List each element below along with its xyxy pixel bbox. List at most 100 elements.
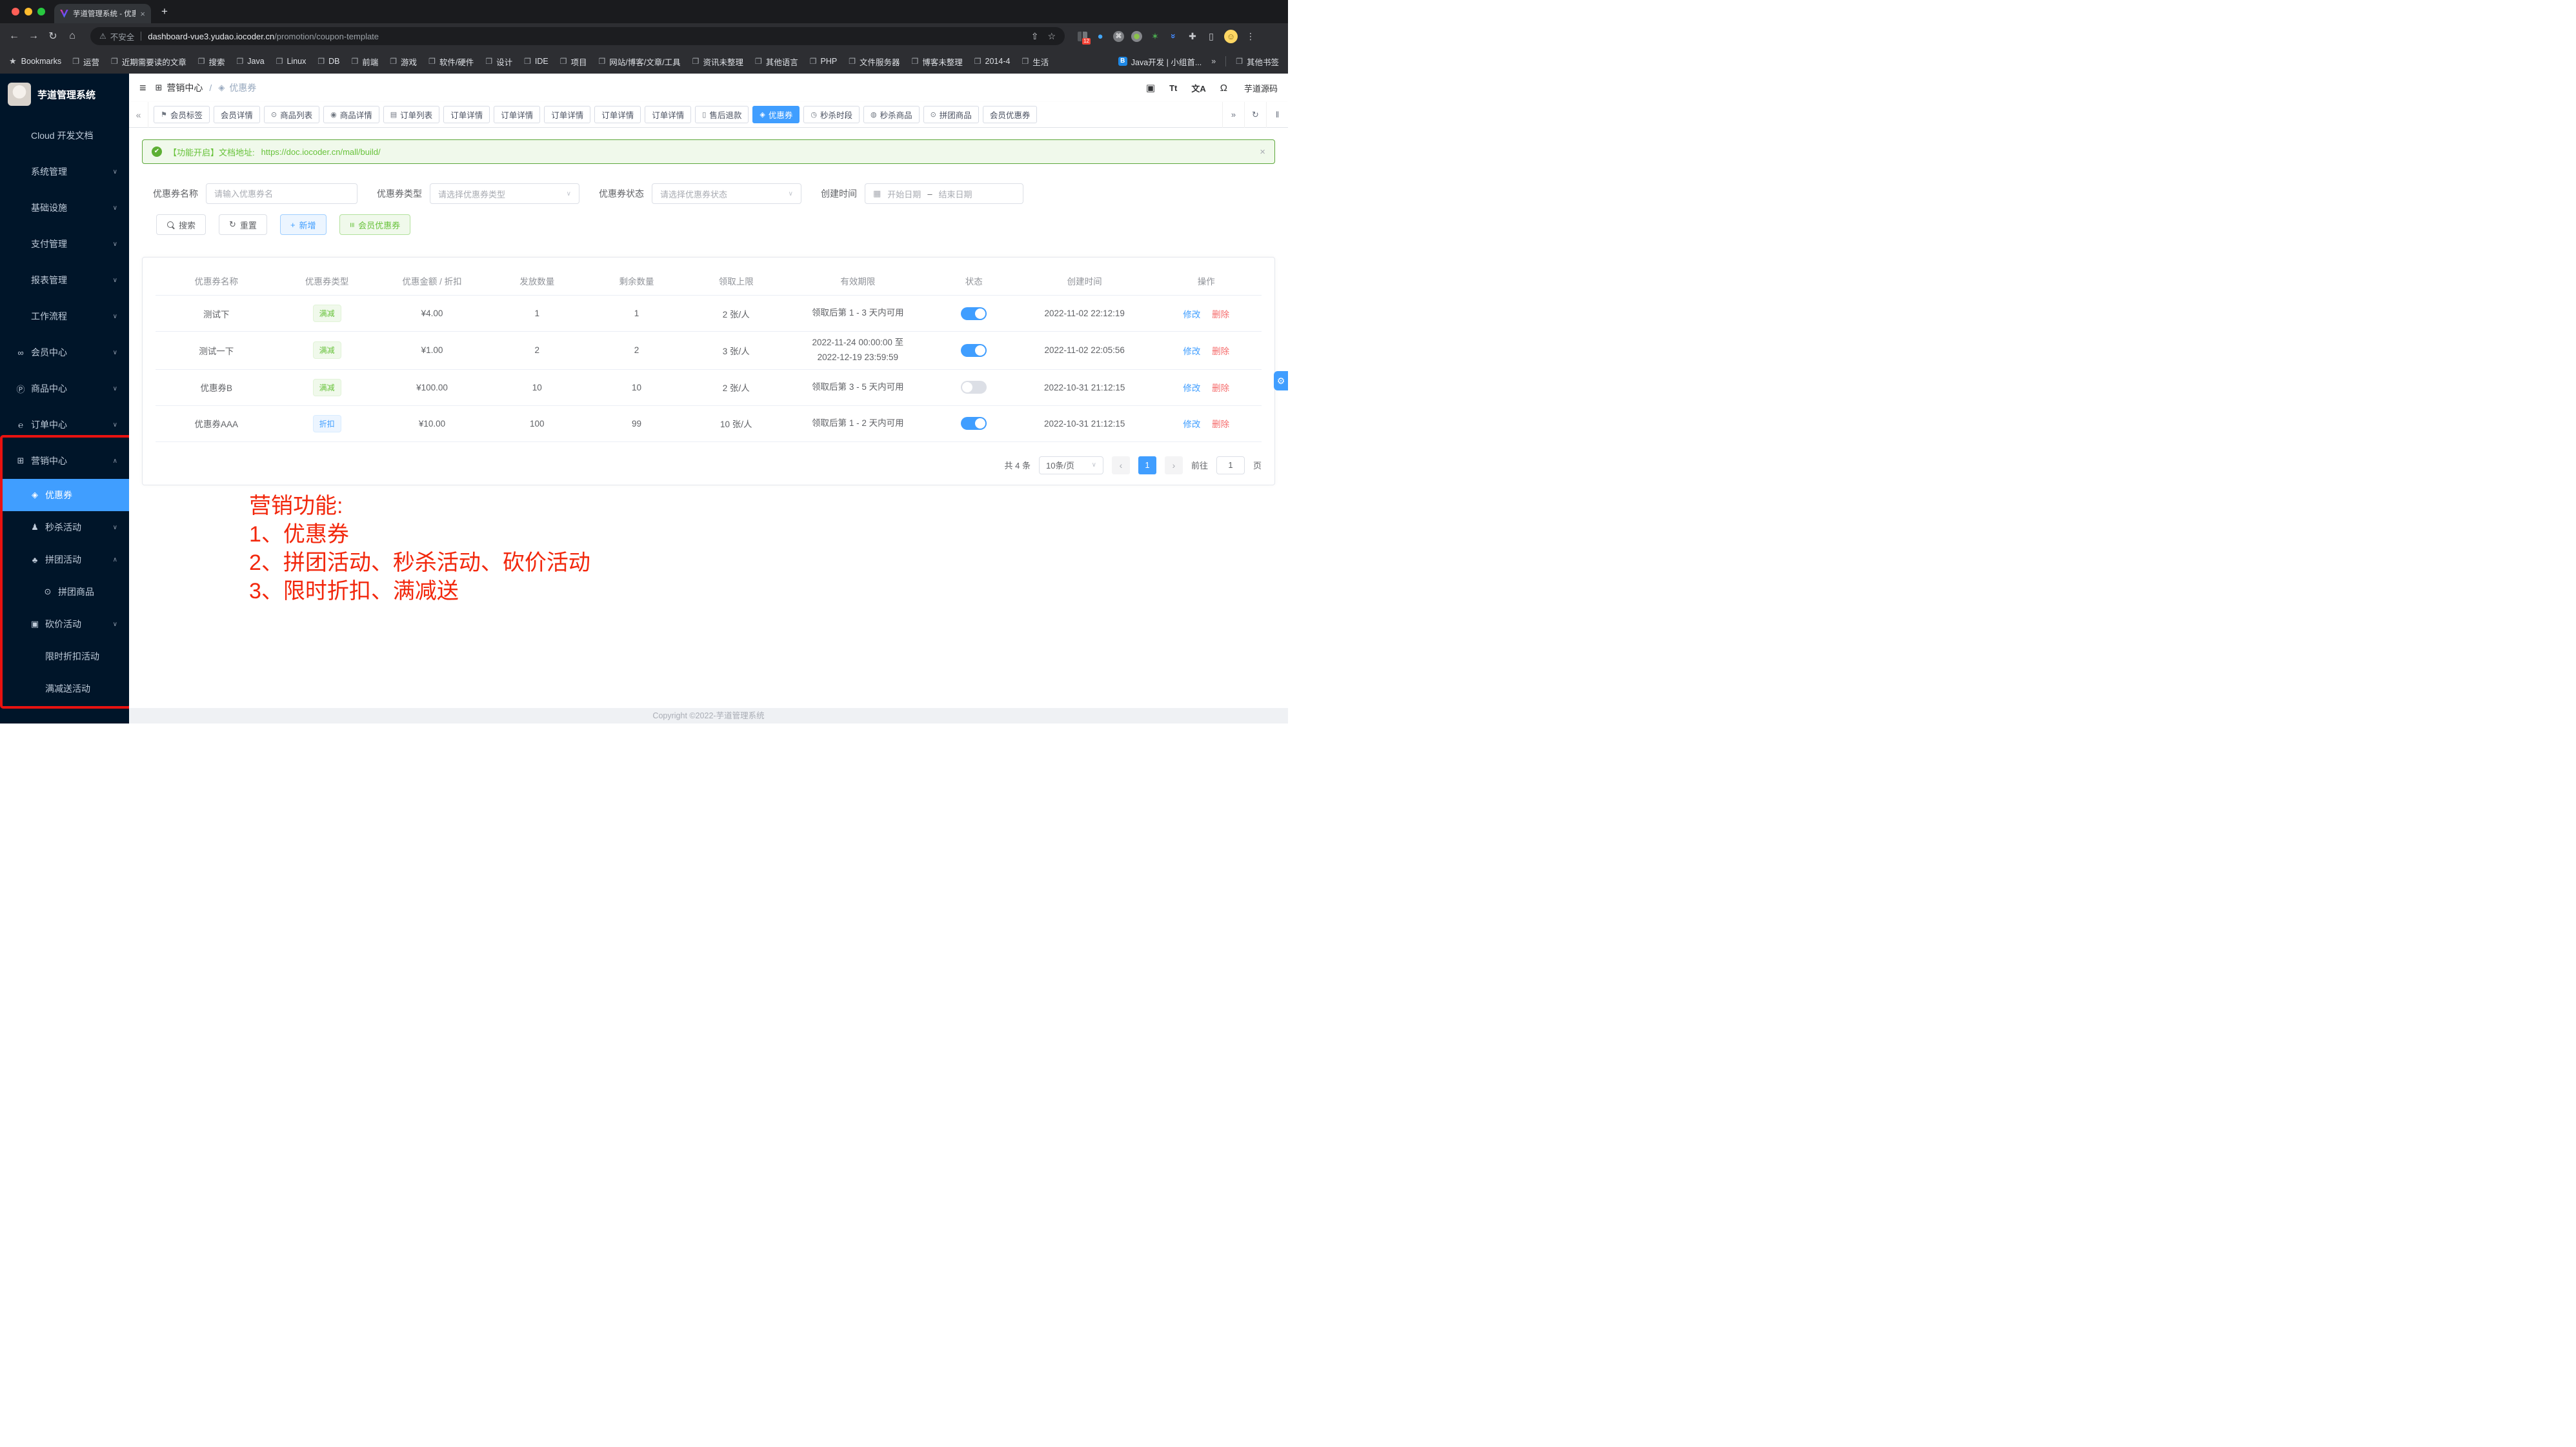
reset-button[interactable]: ↻重置 [219, 214, 267, 235]
sidebar-item[interactable]: ♟ 秒杀活动 ∨ [0, 511, 129, 543]
sidebar-item[interactable]: ⊞ 营销中心 ∧ [0, 443, 129, 479]
page-tab[interactable]: ◍秒杀商品 [863, 106, 920, 123]
goto-page-input[interactable] [1216, 456, 1245, 474]
delete-link[interactable]: 删除 [1212, 420, 1229, 429]
sidebar-item[interactable]: Ⓟ 商品中心 ∨ [0, 370, 129, 407]
page-tab[interactable]: 订单详情 [443, 106, 490, 123]
page-tab[interactable]: ▤订单列表 [383, 106, 439, 123]
bookmark-link[interactable]: BJava开发 | 小组首... [1118, 56, 1202, 68]
status-toggle[interactable] [961, 307, 987, 320]
notification-bell-icon[interactable]: Ω [1220, 83, 1227, 94]
browser-tab[interactable]: 芋道管理系统 - 优惠券 × [54, 4, 151, 23]
reload-icon[interactable]: ↻ [46, 30, 59, 43]
profile-avatar[interactable]: ☺ [1224, 30, 1238, 43]
page-tab[interactable]: ◉商品详情 [323, 106, 379, 123]
sidebar-item[interactable]: 满减送活动 [0, 673, 129, 705]
sidebar-item[interactable]: ℮ 订单中心 ∨ [0, 407, 129, 443]
language-icon[interactable]: 文A [1191, 82, 1205, 94]
window-minimize-button[interactable] [25, 8, 32, 15]
edit-link[interactable]: 修改 [1183, 383, 1200, 393]
back-icon[interactable]: ← [8, 30, 21, 42]
tabs-scroll-left-icon[interactable]: « [129, 102, 148, 128]
bookmarks-label[interactable]: Bookmarks [21, 57, 62, 66]
bookmark-folder[interactable]: ❐生活 [1021, 56, 1049, 68]
refresh-tab-icon[interactable]: ↻ [1244, 102, 1266, 128]
delete-link[interactable]: 删除 [1212, 347, 1229, 356]
coupon-status-select[interactable]: 请选择优惠券状态∨ [652, 183, 801, 204]
home-icon[interactable]: ⌂ [66, 30, 79, 42]
bookmark-folder[interactable]: ❐搜索 [198, 56, 225, 68]
window-zoom-button[interactable] [37, 8, 45, 15]
breadcrumb-root[interactable]: 营销中心 [166, 81, 203, 94]
tabs-scroll-right-icon[interactable]: » [1222, 102, 1244, 128]
page-tab[interactable]: 会员优惠券 [983, 106, 1038, 123]
bookmark-folder[interactable]: ❐运营 [72, 56, 99, 68]
extensions-puzzle-icon[interactable]: ✚ [1187, 31, 1198, 42]
create-time-range-picker[interactable]: ▦ 开始日期 – 结束日期 [865, 183, 1023, 204]
edit-link[interactable]: 修改 [1183, 310, 1200, 319]
doc-link[interactable]: https://doc.iocoder.cn/mall/build/ [261, 147, 381, 157]
bookmark-folder[interactable]: ❐设计 [485, 56, 512, 68]
status-toggle[interactable] [961, 417, 987, 430]
page-tab[interactable]: 订单详情 [544, 106, 590, 123]
sidebar-item[interactable]: 基础设施 ∨ [0, 190, 129, 226]
coupon-name-input[interactable] [206, 183, 357, 204]
page-tab[interactable]: ⊙拼团商品 [923, 106, 979, 123]
sidebar-item[interactable]: ♣ 拼团活动 ∧ [0, 543, 129, 576]
command-extension-icon[interactable]: ⌘ [1113, 31, 1124, 42]
sidebar-item[interactable]: 系统管理 ∨ [0, 154, 129, 190]
page-tab[interactable]: 会员详情 [214, 106, 260, 123]
bookmarks-star-icon[interactable]: ★ [9, 56, 17, 66]
bookmark-folder[interactable]: ❐DB [317, 56, 339, 68]
page-tab[interactable]: 订单详情 [494, 106, 540, 123]
sidebar-item[interactable]: Cloud 开发文档 [0, 117, 129, 154]
bookmark-folder[interactable]: ❐PHP [810, 56, 837, 68]
page-tab[interactable]: ⚑会员标签 [154, 106, 210, 123]
bookmark-folder[interactable]: ❐Linux [276, 56, 307, 68]
share-icon[interactable]: ⇧ [1031, 31, 1039, 42]
sidebar-item[interactable]: 支付管理 ∨ [0, 226, 129, 262]
sidebar-item[interactable]: ◈ 优惠券 [0, 479, 129, 511]
page-tab[interactable]: ◷秒杀时段 [803, 106, 860, 123]
reading-list-icon[interactable]: ▯ [1205, 31, 1217, 42]
bookmark-folder[interactable]: ❐Java [237, 56, 265, 68]
recorder-extension-icon[interactable] [1131, 31, 1142, 42]
banner-close-icon[interactable]: × [1260, 147, 1265, 157]
tab-manager-extension-icon[interactable]: 12 [1078, 32, 1087, 41]
bookmark-folder[interactable]: ❐网站/博客/文章/工具 [598, 56, 680, 68]
sidebar-item[interactable]: 工作流程 ∨ [0, 298, 129, 334]
sidebar-item[interactable]: ∞ 会员中心 ∨ [0, 334, 129, 370]
search-button[interactable]: 搜索 [156, 214, 206, 235]
coupon-type-select[interactable]: 请选择优惠券类型∨ [430, 183, 579, 204]
bookmark-folder[interactable]: ❐资讯未整理 [692, 56, 743, 68]
bookmark-star-icon[interactable]: ☆ [1047, 31, 1056, 42]
bookmark-folder[interactable]: ❐项目 [560, 56, 587, 68]
sidebar-item[interactable]: 限时折扣活动 [0, 640, 129, 673]
member-coupon-button[interactable]: ≡会员优惠券 [339, 214, 411, 235]
vue-devtools-icon[interactable]: » [1169, 30, 1179, 42]
bookmark-folder[interactable]: ❐文件服务器 [849, 56, 900, 68]
bookmark-folder[interactable]: ❐软件/硬件 [428, 56, 474, 68]
bookmark-folder[interactable]: ❐博客未整理 [911, 56, 962, 68]
page-tab[interactable]: ▯售后退款 [695, 106, 749, 123]
window-close-button[interactable] [12, 8, 19, 15]
tab-close-icon[interactable]: × [140, 9, 145, 19]
add-button[interactable]: +新增 [280, 214, 327, 235]
page-number-button[interactable]: 1 [1138, 456, 1156, 474]
bookmark-folder[interactable]: ❐前端 [352, 56, 379, 68]
prev-page-button[interactable]: ‹ [1112, 456, 1130, 474]
delete-link[interactable]: 删除 [1212, 383, 1229, 393]
fullscreen-icon[interactable]: ▣ [1146, 82, 1155, 94]
bookmark-folder[interactable]: ❐近期需要读的文章 [111, 56, 186, 68]
star-extension-icon[interactable]: ✶ [1149, 31, 1161, 42]
edit-link[interactable]: 修改 [1183, 347, 1200, 356]
bookmark-folder[interactable]: ❐其他语言 [755, 56, 798, 68]
status-toggle[interactable] [961, 344, 987, 357]
page-tab[interactable]: 订单详情 [645, 106, 691, 123]
address-bar[interactable]: ⚠ 不安全 dashboard-vue3.yudao.iocoder.cn /p… [90, 27, 1065, 45]
next-page-button[interactable]: › [1165, 456, 1183, 474]
page-tab[interactable]: 订单详情 [594, 106, 641, 123]
delete-link[interactable]: 删除 [1212, 310, 1229, 319]
page-tab[interactable]: ⊙商品列表 [264, 106, 319, 123]
font-size-icon[interactable]: Tt [1169, 83, 1177, 93]
